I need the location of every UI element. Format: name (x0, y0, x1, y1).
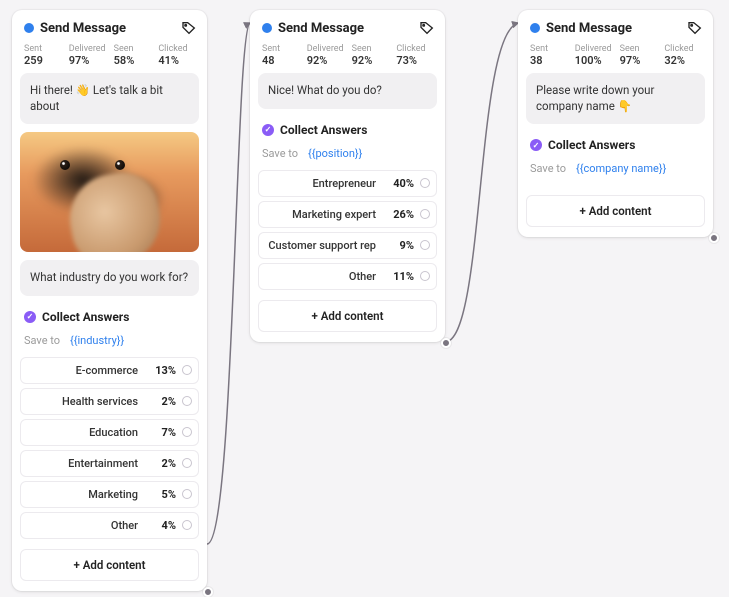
answer-option[interactable]: E-commerce13% (20, 357, 199, 384)
answer-option[interactable]: Customer support rep9% (258, 232, 437, 259)
answer-port[interactable] (182, 365, 192, 375)
collect-answers-header: ✓ Collect Answers (20, 304, 199, 328)
add-content-button[interactable]: + Add content (20, 549, 199, 581)
message-block[interactable]: What industry do you work for? (20, 260, 199, 296)
message-block[interactable]: Nice! What do you do? (258, 73, 437, 109)
check-icon: ✓ (530, 139, 542, 151)
card-title: Send Message (546, 21, 681, 36)
add-content-button[interactable]: + Add content (258, 300, 437, 332)
node-out-port[interactable] (709, 233, 719, 243)
answer-option[interactable]: Entrepreneur40% (258, 170, 437, 197)
answer-option[interactable]: Other11% (258, 263, 437, 290)
answer-option[interactable]: Other4% (20, 512, 199, 539)
collect-answers-header: ✓ Collect Answers (258, 117, 437, 141)
answer-port[interactable] (182, 489, 192, 499)
save-to-row[interactable]: Save to {{company name}} (526, 156, 705, 185)
answer-port[interactable] (420, 209, 430, 219)
node-card-2[interactable]: Send Message Sent48 Delivered92% Seen92%… (250, 10, 445, 342)
add-content-button[interactable]: + Add content (526, 195, 705, 227)
save-to-row[interactable]: Save to {{industry}} (20, 328, 199, 357)
stats-row: Sent48 Delivered92% Seen92% Clicked73% (258, 42, 437, 73)
answer-option[interactable]: Marketing5% (20, 481, 199, 508)
stats-row: Sent259 Delivered97% Seen58% Clicked41% (20, 42, 199, 73)
node-type-dot (24, 23, 34, 33)
answer-port[interactable] (420, 271, 430, 281)
message-block[interactable]: Please write down your company name 👇 (526, 73, 705, 124)
message-block[interactable]: Hi there! 👋 Let's talk a bit about (20, 73, 199, 124)
card-title: Send Message (278, 21, 413, 36)
variable-chip: {{company name}} (576, 162, 666, 175)
variable-chip: {{position}} (308, 147, 362, 160)
node-type-dot (530, 23, 540, 33)
node-type-dot (262, 23, 272, 33)
answer-port[interactable] (420, 240, 430, 250)
answer-option[interactable]: Entertainment2% (20, 450, 199, 477)
answer-option[interactable]: Marketing expert26% (258, 201, 437, 228)
answer-option[interactable]: Health services2% (20, 388, 199, 415)
card-title: Send Message (40, 21, 175, 36)
answer-option[interactable]: Education7% (20, 419, 199, 446)
node-out-port[interactable] (441, 338, 451, 348)
tag-icon[interactable] (419, 20, 435, 36)
gif-attachment[interactable] (20, 132, 199, 252)
stats-row: Sent38 Delivered100% Seen97% Clicked32% (526, 42, 705, 73)
answer-port[interactable] (420, 178, 430, 188)
save-to-row[interactable]: Save to {{position}} (258, 141, 437, 170)
node-card-1[interactable]: Send Message Sent259 Delivered97% Seen58… (12, 10, 207, 591)
check-icon: ✓ (262, 124, 274, 136)
answer-port[interactable] (182, 520, 192, 530)
answer-port[interactable] (182, 427, 192, 437)
variable-chip: {{industry}} (70, 334, 124, 347)
tag-icon[interactable] (687, 20, 703, 36)
answer-port[interactable] (182, 396, 192, 406)
check-icon: ✓ (24, 311, 36, 323)
answer-port[interactable] (182, 458, 192, 468)
collect-answers-header: ✓ Collect Answers (526, 132, 705, 156)
tag-icon[interactable] (181, 20, 197, 36)
node-card-3[interactable]: Send Message Sent38 Delivered100% Seen97… (518, 10, 713, 237)
